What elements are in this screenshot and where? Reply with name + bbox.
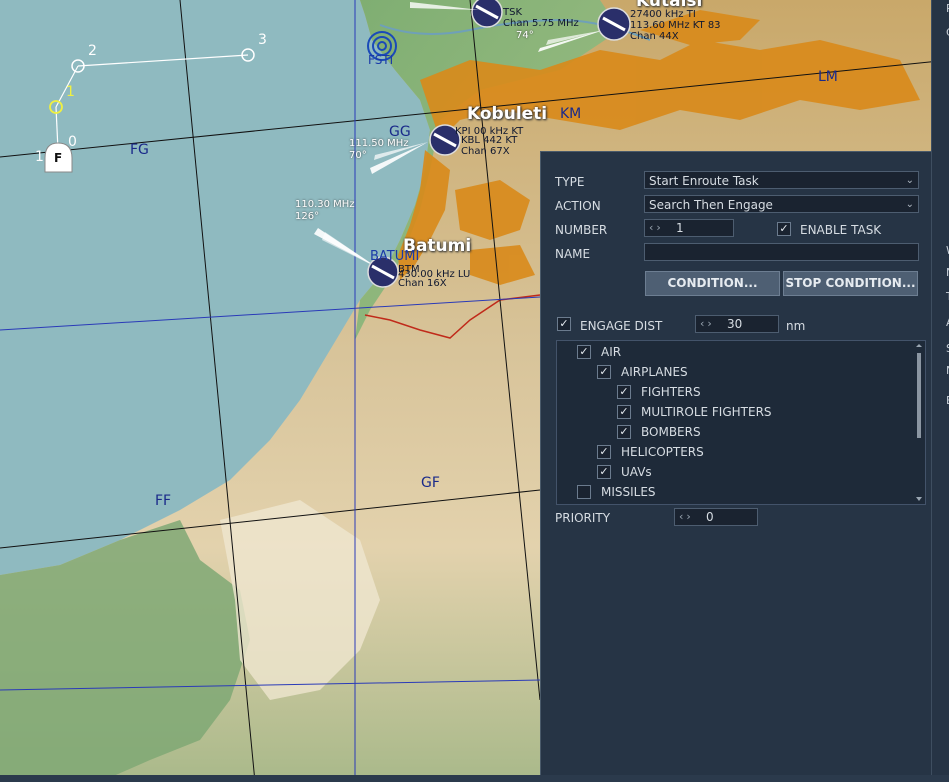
type-select[interactable]: Start Enroute Task ⌄ [644,171,919,189]
check-icon: ✓ [559,317,569,330]
number-value: 1 [676,221,684,235]
tree-item-checkbox[interactable] [577,485,591,499]
tree-item-checkbox[interactable]: ✓ [597,445,611,459]
name-label: NAME [555,247,591,261]
tree-item-checkbox[interactable]: ✓ [617,385,631,399]
check-icon: ✓ [599,365,609,378]
batumi-beacon-label: BATUMI [370,249,420,264]
engage-dist-value: 30 [727,317,743,331]
kobuleti-freq: 111.50 MHz [349,138,409,149]
flight-marker-letter: F [54,151,63,165]
tree-item-checkbox[interactable]: ✓ [597,465,611,479]
engage-dist-checkbox[interactable]: ✓ [557,317,571,331]
action-label: ACTION [555,199,601,213]
kobuleti-nav-2: KBL 442 KT [461,135,518,146]
beacon-label: FSTI [368,53,394,67]
batumi-chan: Chan 16X [398,278,447,289]
batumi-tacan-freq: 110.30 MHz [295,199,355,210]
priority-label: PRIORITY [555,511,611,525]
tree-item-label: BOMBERS [641,425,701,439]
scroll-down-icon[interactable] [916,497,922,501]
priority-value: 0 [706,510,714,524]
number-label: NUMBER [555,223,608,237]
priority-stepper[interactable]: ‹› 0 [674,508,758,526]
tree-item-checkbox[interactable]: ✓ [617,405,631,419]
chevron-down-icon: ⌄ [905,175,914,186]
tree-item-label: MISSILES [601,485,656,499]
kobuleti-heading: 70° [349,150,367,161]
kutaisi-nav-4: 113.60 MHz KT 83 [630,20,721,31]
flight-marker-number: 1 [35,149,44,165]
kobuleti-chan: Chan 67X [461,146,510,157]
condition-button[interactable]: CONDITION... [645,271,780,296]
enable-task-label: ENABLE TASK [800,223,882,237]
tree-scrollbar[interactable] [915,343,923,503]
batumi-tacan-heading: 126° [295,211,320,222]
number-stepper[interactable]: ‹› 1 [644,219,734,237]
grid-label-fg: FG [130,142,149,158]
action-select[interactable]: Search Then Engage ⌄ [644,195,919,213]
tree-item-checkbox[interactable]: ✓ [617,425,631,439]
task-panel: TYPE Start Enroute Task ⌄ ACTION Search … [540,151,932,775]
tree-item-label: HELICOPTERS [621,445,704,459]
kutaisi-chan: Chan 44X [630,31,679,42]
waypoint-3-label: 3 [258,32,267,48]
tree-item-label: AIRPLANES [621,365,688,379]
waypoint-2-label: 2 [88,43,97,59]
stop-condition-button[interactable]: STOP CONDITION... [783,271,918,296]
waypoint-0-label: 0 [68,134,77,150]
action-select-value: Search Then Engage [649,198,773,212]
right-side-panel: R C W N T A S N E [931,0,949,782]
grid-label-km: KM [560,106,582,122]
city-label-kobuleti: Kobuleti [467,104,548,124]
kutaisi-nav-1: TSK [503,7,523,18]
check-icon: ✓ [599,465,609,478]
type-select-value: Start Enroute Task [649,174,759,188]
tree-item-checkbox[interactable]: ✓ [597,365,611,379]
tree-item-label: MULTIROLE FIGHTERS [641,405,772,419]
bottom-toolbar [0,775,949,782]
check-icon: ✓ [779,222,789,235]
grid-label-lm: LM [818,69,838,85]
stepper-arrows-icon[interactable]: ‹› [649,220,664,236]
stepper-arrows-icon[interactable]: ‹› [679,509,694,525]
stepper-arrows-icon[interactable]: ‹› [700,316,715,332]
kutaisi-nav-3: 27400 kHz TI [630,9,696,20]
check-icon: ✓ [619,425,629,438]
type-label: TYPE [555,175,585,189]
tree-item-label: FIGHTERS [641,385,701,399]
waypoint-1-label: 1 [66,84,75,100]
scroll-up-icon[interactable] [916,344,922,347]
engage-dist-unit: nm [786,319,806,333]
tree-item-label: UAVs [621,465,652,479]
check-icon: ✓ [619,405,629,418]
check-icon: ✓ [579,345,589,358]
name-input[interactable] [644,243,919,261]
engage-dist-stepper[interactable]: ‹› 30 [695,315,779,333]
target-types-tree[interactable]: ✓ AIR ✓ AIRPLANES ✓ FIGHTERS ✓ MULTIROLE… [556,340,926,505]
scroll-thumb[interactable] [917,353,921,438]
tree-item-label: AIR [601,345,622,359]
enable-task-checkbox[interactable]: ✓ [777,222,791,236]
tree-item-checkbox[interactable]: ✓ [577,345,591,359]
engage-dist-label: ENGAGE DIST [580,319,663,333]
chevron-down-icon: ⌄ [905,199,914,210]
kutaisi-nav-2: Chan 5.75 MHz [503,18,579,29]
kutaisi-heading: 74° [516,30,534,41]
grid-label-gf: GF [421,475,440,491]
check-icon: ✓ [599,445,609,458]
check-icon: ✓ [619,385,629,398]
grid-label-ff: FF [155,493,172,509]
